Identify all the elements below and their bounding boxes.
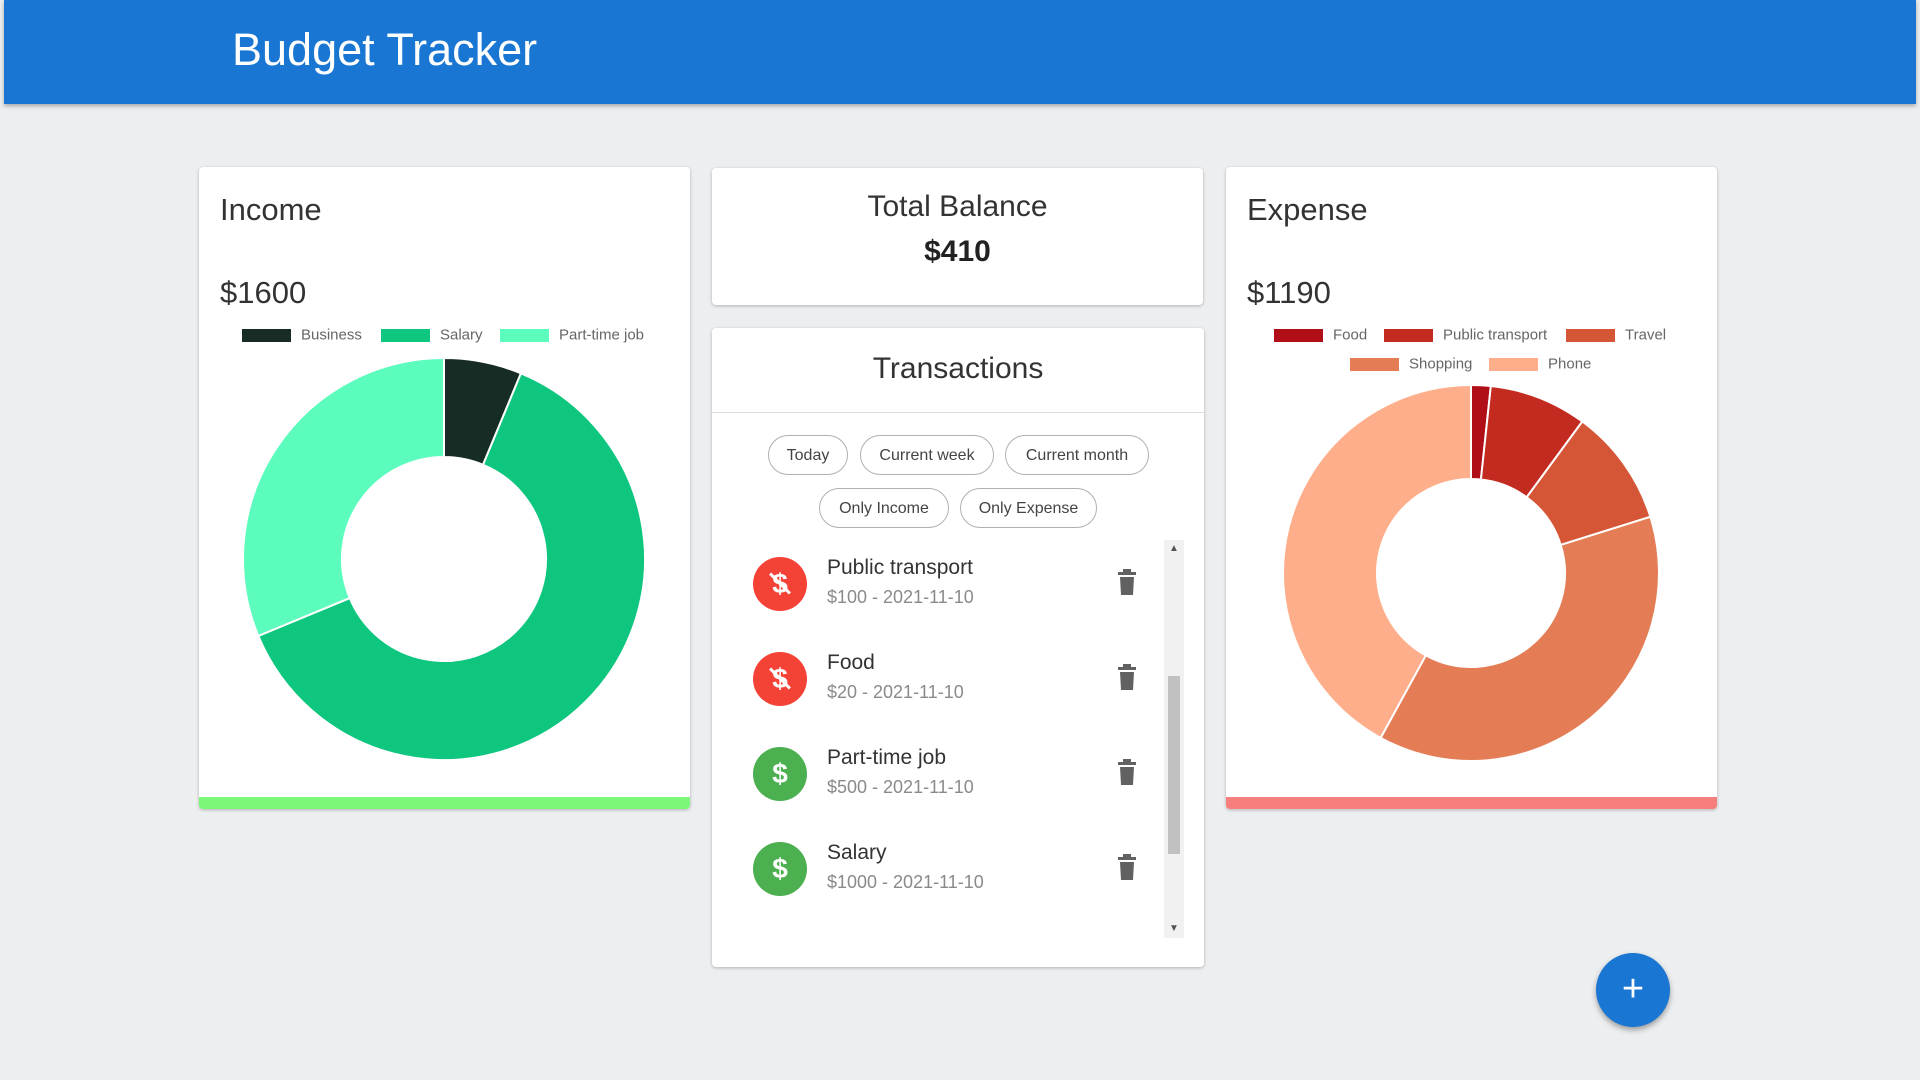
transactions-card: Transactions Today Current week Current … [712,328,1204,967]
filter-current-week-chip[interactable]: Current week [860,435,994,475]
transaction-item[interactable]: $ Part-time job $500 - 2021-11-10 [712,730,1162,810]
income-donut-chart [242,356,646,761]
dollar-icon: $ [753,842,807,896]
balance-value: $410 [924,235,991,268]
transaction-item[interactable]: $ Public transport $100 - 2021-11-10 [712,540,1162,620]
transaction-item[interactable]: $ Food $20 - 2021-11-10 [712,635,1162,715]
income-slice-part-time-job[interactable] [242,356,445,638]
filter-only-income-chip[interactable]: Only Income [819,488,949,528]
transactions-title: Transactions [872,352,1044,385]
app-bar: Budget Tracker [4,0,1916,104]
transaction-meta: $20 - 2021-11-10 [827,682,964,702]
scroll-down-arrow-icon[interactable]: ▼ [1164,920,1184,938]
income-bottom-bar [199,797,690,809]
transaction-name: Part-time job [827,746,947,769]
filter-current-month-chip[interactable]: Current month [1005,435,1149,475]
income-card: Income $1600 Business Salary Part-time job [199,167,690,809]
dollar-icon: $ [753,747,807,801]
scroll-up-arrow-icon[interactable]: ▲ [1164,540,1184,558]
scroll-thumb[interactable] [1168,676,1180,854]
delete-icon[interactable] [1116,569,1138,595]
expense-donut-chart [1282,383,1660,762]
balance-card: Total Balance $410 [712,168,1203,305]
transaction-meta: $1000 - 2021-11-10 [827,872,984,892]
app-title: Budget Tracker [232,24,538,75]
add-transaction-button[interactable]: + [1596,953,1670,1027]
transaction-meta: $100 - 2021-11-10 [827,587,974,607]
filter-only-expense-chip[interactable]: Only Expense [960,488,1097,528]
delete-icon[interactable] [1116,664,1138,690]
transaction-name: Food [827,651,875,674]
transactions-list: $ Public transport $100 - 2021-11-10 $ F… [712,540,1162,970]
transaction-name: Salary [827,841,887,864]
dollar-off-icon: $ [753,652,807,706]
delete-icon[interactable] [1116,854,1138,880]
transactions-scrollbar[interactable]: ▲ ▼ [1164,540,1184,938]
dollar-off-icon: $ [753,557,807,611]
filter-today-chip[interactable]: Today [768,435,848,475]
transaction-item[interactable]: $ Salary $1000 - 2021-11-10 [712,825,1162,905]
expense-bottom-bar [1226,797,1717,809]
expense-card: Expense $1190 Food Public transport Travel… [1226,167,1717,809]
transaction-meta: $500 - 2021-11-10 [827,777,974,797]
add-icon: + [1621,968,1645,1010]
transaction-name: Public transport [827,556,973,579]
balance-label: Total Balance [867,190,1048,223]
expense-slice-shopping[interactable] [1379,515,1660,762]
transactions-divider [712,412,1204,413]
delete-icon[interactable] [1116,759,1138,785]
